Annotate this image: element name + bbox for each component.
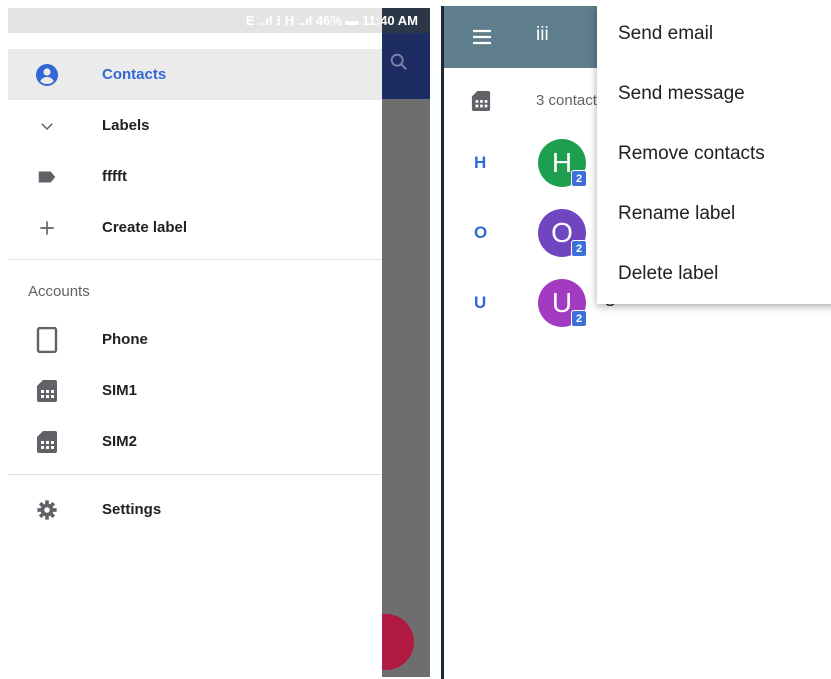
chevron-down-icon: [34, 113, 60, 139]
drawer-item-label: Settings: [102, 501, 162, 518]
section-letter: O: [474, 223, 488, 242]
search-icon: [390, 53, 407, 70]
drawer-item-label: Contacts: [102, 66, 167, 83]
drawer-item-label: Create label: [102, 219, 188, 236]
drawer-item-label: SIM2: [102, 433, 138, 450]
drawer-item-sim2[interactable]: SIM2: [8, 416, 382, 467]
page-title: iii: [536, 24, 549, 45]
drawer-divider: [8, 474, 382, 475]
left-screen: E ..ıl ⁝ H ..ıl 46% ▬ 11:40 AM Contacts …: [8, 8, 430, 677]
label-tag-icon: [34, 164, 60, 190]
floating-action-button[interactable]: [382, 614, 414, 670]
drawer-item-labels[interactable]: Labels: [8, 100, 382, 151]
right-screen: iii 3 contacts H H 2 O O 2 U U 2 U Send …: [441, 6, 831, 679]
navigation-drawer: Contacts Labels fffft Create label Accou…: [8, 33, 382, 677]
contact-count: 3 contacts: [536, 92, 605, 109]
drawer-item-sim1[interactable]: SIM1: [8, 365, 382, 416]
plus-icon: [34, 215, 60, 241]
phone-device-icon: [34, 326, 60, 353]
section-letter: U: [474, 293, 487, 312]
hamburger-menu-icon[interactable]: [470, 25, 494, 49]
menu-item-rename-label[interactable]: Rename label: [597, 186, 831, 246]
menu-item-send-email[interactable]: Send email: [597, 6, 831, 66]
drawer-item-phone[interactable]: Phone: [8, 314, 382, 365]
overflow-menu: Send email Send message Remove contacts …: [597, 6, 831, 304]
sim-card-icon: [471, 91, 491, 111]
drawer-item-label: Labels: [102, 117, 150, 134]
drawer-item-settings[interactable]: Settings: [8, 484, 382, 535]
sim-badge: 2: [571, 170, 587, 187]
status-bar: E ..ıl ⁝ H ..ıl 46% ▬ 11:40 AM: [8, 8, 430, 33]
drawer-item-label: SIM1: [102, 382, 138, 399]
sim-badge: 2: [571, 310, 587, 327]
account-circle-icon: [34, 62, 60, 88]
sim-badge: 2: [571, 240, 587, 257]
drawer-item-label: fffft: [102, 168, 127, 185]
menu-item-send-message[interactable]: Send message: [597, 66, 831, 126]
menu-item-delete-label[interactable]: Delete label: [597, 246, 831, 306]
drawer-item-contacts[interactable]: Contacts: [8, 49, 382, 100]
drawer-item-label: Phone: [102, 331, 148, 348]
drawer-item-create-label[interactable]: Create label: [8, 202, 382, 253]
sim-card-icon: [34, 378, 60, 404]
gear-icon: [34, 497, 60, 523]
drawer-divider: [8, 259, 382, 260]
status-bar-text: E ..ıl ⁝ H ..ıl 46% ▬ 11:40 AM: [245, 13, 418, 28]
background-app-scrim: [382, 8, 430, 677]
menu-item-remove-contacts[interactable]: Remove contacts: [597, 126, 831, 186]
drawer-item-label-fffft[interactable]: fffft: [8, 151, 382, 202]
sim-card-icon: [34, 429, 60, 455]
accounts-section-header: Accounts: [28, 283, 90, 300]
section-letter: H: [474, 153, 487, 172]
